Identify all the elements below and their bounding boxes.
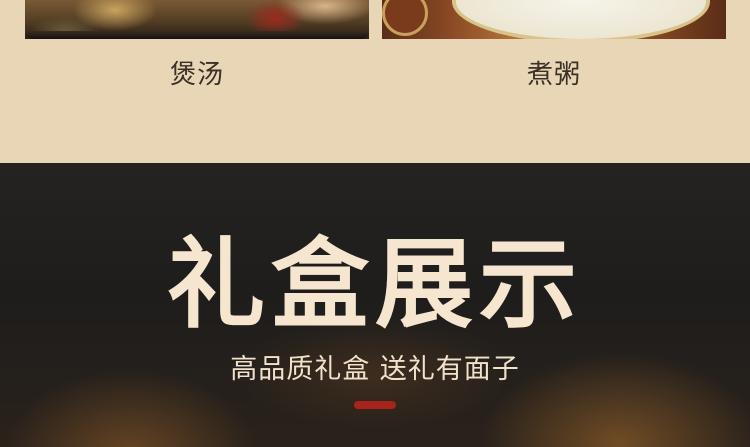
title-accent-bar — [354, 401, 396, 409]
porridge-photo — [382, 0, 726, 39]
usage-section: 煲汤 煮粥 — [0, 0, 750, 163]
soup-photo — [25, 0, 369, 39]
porridge-bowl — [452, 0, 710, 39]
spoon — [382, 0, 428, 36]
pot-rim — [25, 31, 369, 39]
gift-box-subtitle: 高品质礼盒 送礼有面子 — [230, 354, 520, 385]
caption-soup: 煲汤 — [169, 60, 224, 90]
caption-porridge: 煮粥 — [526, 60, 581, 90]
gift-box-title: 礼盒展示 — [166, 228, 583, 342]
